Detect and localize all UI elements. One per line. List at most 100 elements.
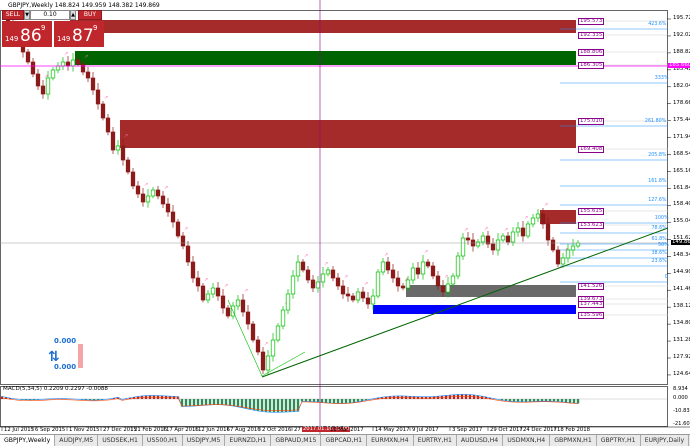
zone-box (70, 20, 576, 33)
candle-body (455, 255, 461, 277)
candle-body (530, 217, 536, 225)
candle-body (450, 275, 456, 285)
fib-level-label: 50% (658, 243, 669, 248)
candle-body (135, 185, 141, 195)
zone-box (75, 51, 576, 65)
macd-histogram-bar (576, 399, 580, 404)
zone-box (540, 210, 576, 224)
sell-price-box[interactable]: 149 86 9 (2, 21, 52, 47)
chart-window[interactable]: ↗↗↗↗↗↗↗↗↗↗↗↗↗↗↗↗↗↗↗↗↗↗↗↗↗↗↗↗ GBPJPY,Week… (0, 0, 690, 446)
macd-histogram-bar (188, 399, 192, 407)
fractal-arrow-icon: ↗ (244, 288, 248, 294)
candle-body (515, 227, 521, 233)
price-panel-frame (0, 10, 668, 385)
candle-body (220, 295, 226, 309)
candle-body (30, 61, 36, 75)
macd-histogram-bar (244, 399, 248, 409)
lot-increase-button[interactable]: ▲ (70, 10, 76, 20)
chart-tab[interactable]: USDSEK,H1 (98, 435, 143, 446)
chart-tab[interactable]: GBPTRY,H1 (597, 435, 641, 446)
candle-body (170, 211, 176, 223)
macd-label: MACD(5,34,5) 0.2209 0.2297 -0.0088 (3, 386, 108, 392)
macd-histogram-bar (552, 399, 556, 402)
macd-histogram-bar (560, 399, 564, 402)
date-axis-label: 27 Dec 2015 (103, 427, 137, 433)
macd-histogram-bar (308, 399, 312, 402)
macd-histogram-bar (348, 399, 352, 403)
candle-body (225, 307, 231, 317)
macd-histogram-bar (240, 399, 244, 408)
candle-body (115, 145, 121, 151)
macd-histogram-bar (460, 394, 464, 399)
price-axis-label: 158.400 (673, 201, 690, 208)
candle-body (415, 267, 421, 275)
macd-histogram-bar (208, 399, 212, 405)
macd-histogram-bar (528, 399, 532, 402)
candle-body (495, 239, 501, 251)
chart-tab[interactable]: EURJPY,Daily (641, 435, 690, 446)
fib-level-label: 127.6% (648, 198, 667, 203)
candle-body (155, 189, 161, 197)
candle-body (120, 145, 126, 161)
candle-body (145, 195, 151, 203)
candle-body (35, 73, 41, 87)
buy-price-box[interactable]: 149 87 9 (54, 21, 104, 47)
candle-body (45, 77, 51, 95)
chart-tab[interactable]: USDMXN,H4 (503, 435, 551, 446)
chart-tab[interactable]: GBPAUD,M15 (271, 435, 322, 446)
price-axis-label: 168.540 (673, 150, 690, 157)
buy-button[interactable]: BUY (78, 10, 102, 20)
price-axis-label: 138.120 (673, 303, 690, 310)
candle-body (445, 283, 451, 293)
chart-tab[interactable]: GBPJPY,Weekly (0, 435, 56, 446)
candle-body (300, 261, 306, 271)
macd-histogram-bar (212, 399, 216, 405)
macd-histogram-bar (284, 399, 288, 413)
one-click-trading-panel: SELL ▼ 0.10 ▲ BUY 149 86 9 149 87 9 (2, 10, 106, 47)
candle-body (90, 77, 96, 91)
chart-tab[interactable]: EURNZD,H1 (225, 435, 272, 446)
date-axis-label: 19 Mar 2017 (330, 427, 364, 433)
buy-price-big: 87 (72, 26, 94, 46)
fractal-arrow-icon: ↗ (84, 54, 88, 60)
candle-body (235, 299, 241, 307)
macd-histogram-bar (220, 399, 224, 405)
chart-tab[interactable]: GBPCAD,H1 (321, 435, 368, 446)
sell-button[interactable]: SELL (2, 10, 24, 20)
chart-tab[interactable]: EURMXN,H4 (367, 435, 414, 446)
zone-price-label: 137.443 (578, 301, 605, 309)
fib-level-label: 0 (664, 275, 668, 280)
macd-histogram-bar (544, 399, 548, 402)
macd-histogram-bar (464, 394, 468, 399)
macd-histogram-bar (216, 399, 220, 405)
candle-body (285, 293, 291, 311)
price-axis-label: 148.340 (673, 252, 690, 259)
fractal-arrow-icon: ↗ (384, 252, 388, 258)
chart-tab[interactable]: GBPMXN,H1 (550, 435, 597, 446)
candle-body (260, 351, 266, 371)
date-axis-label: 17 Apr 2016 (166, 427, 199, 433)
candle-body (380, 261, 386, 273)
chart-tab[interactable]: AUDJPY,M5 (55, 435, 99, 446)
candle-body (105, 117, 111, 133)
fractal-arrow-icon: ↗ (444, 274, 448, 280)
widget-bottom-value: 0.000 (54, 363, 77, 371)
chart-tab[interactable]: US500,H1 (143, 435, 183, 446)
candle-body (325, 269, 331, 275)
chart-tab[interactable]: USDJPY,M5 (183, 435, 226, 446)
fractal-arrow-icon: ↗ (184, 226, 188, 232)
macd-histogram-bar (304, 399, 308, 402)
chart-title: GBPJPY,Weekly 148.824 149.959 148.382 14… (8, 2, 160, 9)
candle-body (510, 231, 516, 243)
lot-size-input[interactable]: 0.10 (30, 10, 70, 20)
chart-tab[interactable]: EURTRY,H1 (414, 435, 457, 446)
fib-level-label: 38.6% (651, 251, 667, 256)
chart-tab[interactable]: AUDUSD,H4 (457, 435, 504, 446)
macd-histogram-bar (288, 399, 292, 412)
candle-body (130, 171, 136, 187)
candle-body (140, 193, 146, 203)
candle-body (150, 189, 156, 197)
candle-body (385, 261, 391, 271)
candle-body (85, 71, 91, 79)
macd-histogram-bar (252, 399, 256, 411)
